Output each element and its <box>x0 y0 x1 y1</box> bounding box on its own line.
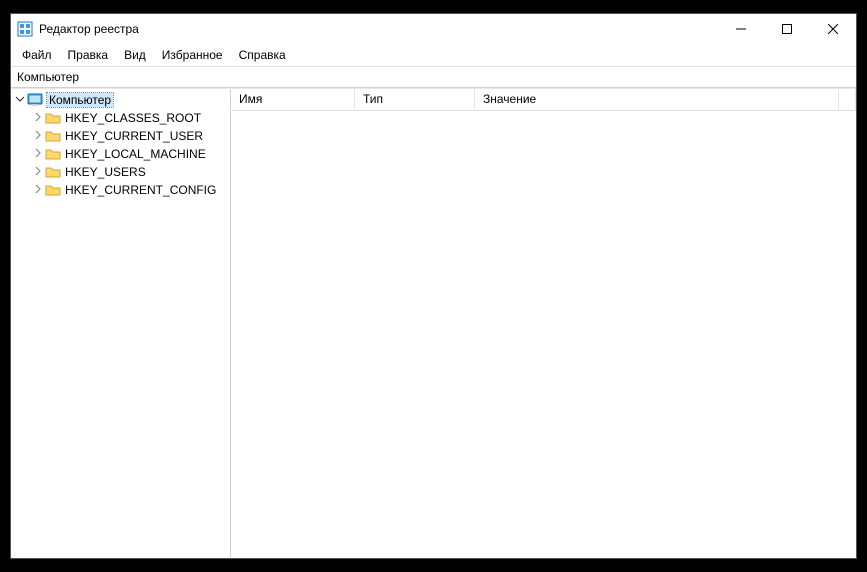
expand-icon[interactable] <box>31 130 45 143</box>
tree-node-hkcc[interactable]: HKEY_CURRENT_CONFIG <box>29 181 230 199</box>
tree-node-label: HKEY_USERS <box>65 165 146 179</box>
tree-node-label: HKEY_CURRENT_CONFIG <box>65 183 216 197</box>
tree-node-label: HKEY_CLASSES_ROOT <box>65 111 201 125</box>
menu-file[interactable]: Файл <box>15 46 59 64</box>
minimize-button[interactable] <box>718 14 764 44</box>
address-bar[interactable]: Компьютер <box>11 67 856 88</box>
tree-node-hku[interactable]: HKEY_USERS <box>29 163 230 181</box>
list-body[interactable] <box>231 111 856 558</box>
tree-root-computer[interactable]: Компьютер <box>11 91 230 109</box>
app-icon <box>17 21 33 37</box>
column-header-type[interactable]: Тип <box>355 89 475 110</box>
expand-icon[interactable] <box>13 94 27 107</box>
registry-editor-window: Редактор реестра Файл Правка Вид Избранн… <box>10 13 857 559</box>
maximize-button[interactable] <box>764 14 810 44</box>
window-controls <box>718 14 856 44</box>
content-area: Компьютер HKEY_CLASSES_ROOT <box>11 88 856 558</box>
menu-favorites[interactable]: Избранное <box>155 46 230 64</box>
tree-node-hkcr[interactable]: HKEY_CLASSES_ROOT <box>29 109 230 127</box>
window-title: Редактор реестра <box>39 22 139 36</box>
tree-root-children: HKEY_CLASSES_ROOT HKEY_CURRENT_USER <box>11 109 230 199</box>
menu-view[interactable]: Вид <box>117 46 153 64</box>
menu-help[interactable]: Справка <box>232 46 293 64</box>
expand-icon[interactable] <box>31 148 45 161</box>
folder-icon <box>45 110 61 126</box>
column-spacer <box>839 89 856 110</box>
address-text: Компьютер <box>17 70 79 84</box>
list-header: Имя Тип Значение <box>231 89 856 111</box>
folder-icon <box>45 128 61 144</box>
tree-node-label: HKEY_CURRENT_USER <box>65 129 203 143</box>
folder-icon <box>45 146 61 162</box>
folder-icon <box>45 164 61 180</box>
tree-node-hklm[interactable]: HKEY_LOCAL_MACHINE <box>29 145 230 163</box>
column-header-name[interactable]: Имя <box>231 89 355 110</box>
folder-icon <box>45 182 61 198</box>
column-header-value[interactable]: Значение <box>475 89 839 110</box>
expand-icon[interactable] <box>31 184 45 197</box>
tree-pane[interactable]: Компьютер HKEY_CLASSES_ROOT <box>11 89 231 558</box>
titlebar[interactable]: Редактор реестра <box>11 14 856 44</box>
menubar: Файл Правка Вид Избранное Справка <box>11 44 856 67</box>
expand-icon[interactable] <box>31 166 45 179</box>
tree-root-label: Компьютер <box>49 93 111 107</box>
expand-icon[interactable] <box>31 112 45 125</box>
close-button[interactable] <box>810 14 856 44</box>
list-pane: Имя Тип Значение <box>231 89 856 558</box>
menu-edit[interactable]: Правка <box>61 46 116 64</box>
tree-node-hkcu[interactable]: HKEY_CURRENT_USER <box>29 127 230 145</box>
computer-icon <box>27 92 43 108</box>
tree-node-label: HKEY_LOCAL_MACHINE <box>65 147 206 161</box>
